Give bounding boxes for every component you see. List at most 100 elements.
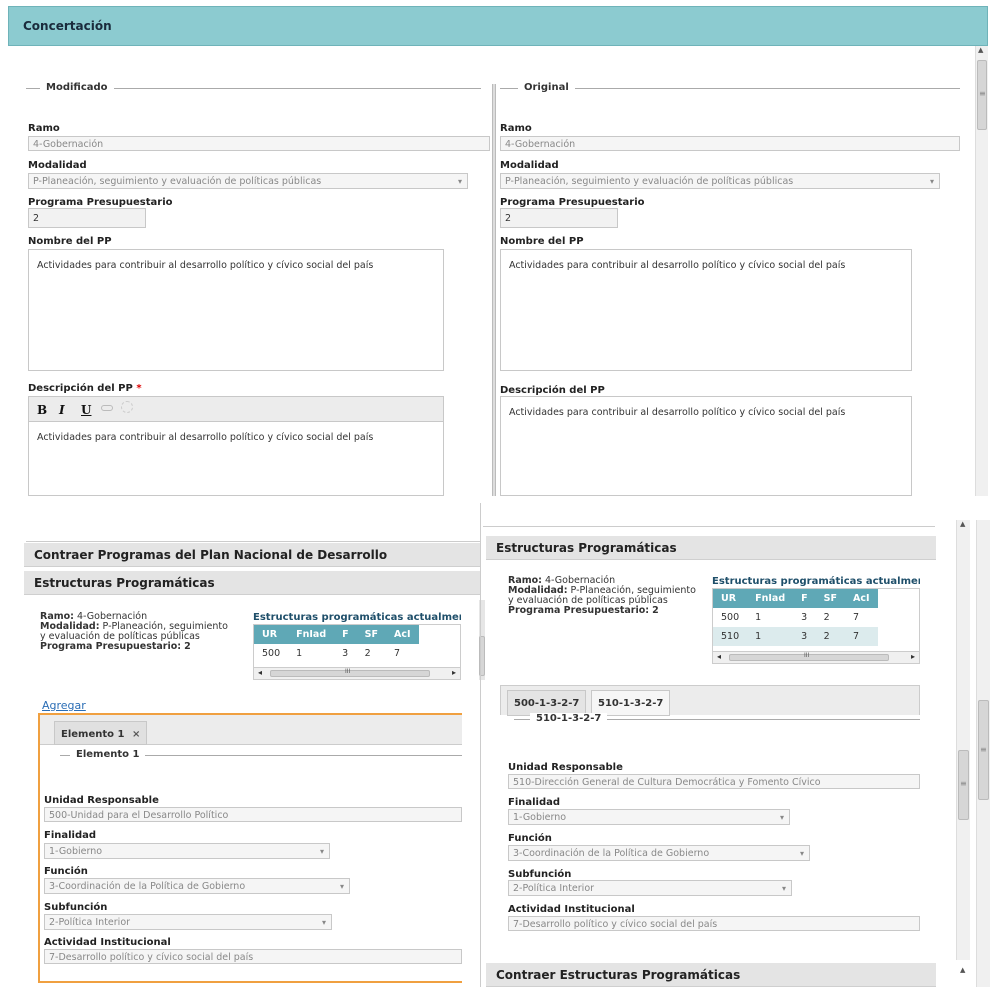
actividad-label: Actividad Institucional	[44, 937, 171, 948]
grip-icon: ≡	[960, 779, 967, 788]
col-acl[interactable]: AcI	[844, 589, 878, 608]
modalidad-label-original: Modalidad	[500, 160, 559, 171]
table-row[interactable]: 500 1 3 2 7	[254, 644, 419, 663]
scroll-right-icon[interactable]: ▸	[452, 668, 456, 677]
chevron-down-icon[interactable]: ▾	[780, 813, 784, 822]
underline-button[interactable]: U	[81, 403, 91, 417]
grip-icon: ≡	[980, 745, 987, 754]
panel-splitter[interactable]	[492, 84, 496, 496]
chevron-down-icon[interactable]: ▾	[340, 882, 344, 891]
finalidad-select-right[interactable]: 1-Gobierno ▾	[508, 809, 790, 825]
table-right-wrapper: UR FnIad F SF AcI 500 1 3 2 7 510 1 3 2 …	[712, 588, 920, 664]
programa-info-label: Programa Presupuestario:	[40, 641, 182, 652]
funcion-select[interactable]: 3-Coordinación de la Política de Gobiern…	[44, 878, 350, 894]
chevron-down-icon[interactable]: ▾	[320, 847, 324, 856]
col-f[interactable]: F	[793, 589, 816, 608]
outer-scrollbar[interactable]: ≡	[976, 520, 990, 987]
contraer-estructuras-bar[interactable]: Contraer Estructuras Programáticas	[486, 963, 936, 987]
estructuras-header-right: Estructuras Programáticas	[486, 536, 936, 560]
actividad-label-right: Actividad Institucional	[508, 904, 635, 915]
ramo-field[interactable]: 4-Gobernación	[28, 136, 490, 151]
finalidad-select[interactable]: 1-Gobierno ▾	[44, 843, 330, 859]
programa-field[interactable]: 2	[28, 208, 146, 228]
legend-modificado: Modificado	[40, 82, 114, 93]
finalidad-value: 1-Gobierno	[49, 846, 103, 857]
tab-elemento-1[interactable]: Elemento 1 ×	[54, 721, 148, 745]
col-f[interactable]: F	[334, 625, 357, 644]
funcion-select-right[interactable]: 3-Coordinación de la Política de Gobiern…	[508, 845, 810, 861]
bottom-left-top-edge	[26, 530, 480, 542]
col-sf[interactable]: SF	[815, 589, 845, 608]
bold-button[interactable]: B	[37, 403, 47, 417]
legend-510: 510-1-3-2-7	[530, 713, 608, 724]
top-scrollbar[interactable]: ▲ ≡	[975, 46, 988, 496]
scroll-thumb[interactable]: ≡	[958, 750, 969, 820]
cell-ur: 510	[713, 627, 748, 646]
legend-elemento: Elemento 1	[70, 749, 146, 760]
ur-field[interactable]: 500-Unidad para el Desarrollo Político	[44, 807, 462, 822]
scroll-right-icon[interactable]: ▸	[911, 652, 915, 661]
bottom-right-top-edge	[483, 505, 935, 527]
actividad-field-right[interactable]: 7-Desarrollo político y cívico social de…	[508, 916, 920, 931]
italic-button[interactable]: I	[59, 403, 65, 417]
programa-info-value: 2	[184, 641, 191, 652]
chevron-down-icon[interactable]: ▾	[458, 177, 462, 186]
link-icon[interactable]	[101, 405, 113, 411]
col-ur[interactable]: UR	[254, 625, 289, 644]
chevron-down-icon[interactable]: ▾	[322, 918, 326, 927]
cell-sf: 2	[815, 627, 845, 646]
bottom-scrollbar-right[interactable]: ▲ ≡	[956, 520, 970, 960]
modalidad-select[interactable]: P-Planeación, seguimiento y evaluación d…	[28, 173, 468, 189]
col-ur[interactable]: UR	[713, 589, 748, 608]
table-row[interactable]: 500 1 3 2 7	[713, 608, 878, 627]
subfuncion-label: Subfunción	[44, 902, 108, 913]
hscroll-thumb[interactable]: III	[729, 652, 889, 661]
chevron-down-icon[interactable]: ▾	[800, 849, 804, 858]
contraer-pnd-bar[interactable]: Contraer Programas del Plan Nacional de …	[24, 543, 480, 567]
ramo-label-original: Ramo	[500, 123, 532, 134]
descripcion-editor[interactable]: Actividades para contribuir al desarroll…	[28, 422, 444, 496]
ur-field-right[interactable]: 510-Dirección General de Cultura Democrá…	[508, 774, 920, 789]
col-sf[interactable]: SF	[356, 625, 386, 644]
scroll-up-icon[interactable]: ▲	[978, 46, 983, 54]
scroll-up-icon[interactable]: ▲	[960, 966, 965, 974]
ramo-field-original: 4-Gobernación	[500, 136, 960, 151]
col-fnlad[interactable]: FnIad	[288, 625, 335, 644]
ramo-label: Ramo	[28, 123, 60, 134]
agregar-link[interactable]: Agregar	[42, 699, 86, 712]
cell-acl: 7	[393, 648, 401, 659]
finalidad-label: Finalidad	[44, 830, 97, 841]
table-row[interactable]: 510 1 3 2 7	[713, 627, 878, 646]
col-fnlad[interactable]: FnIad	[747, 589, 794, 608]
hscroll-thumb[interactable]: III	[270, 668, 430, 677]
scroll-left-icon[interactable]: ◂	[717, 652, 721, 661]
actividad-field[interactable]: 7-Desarrollo político y cívico social de…	[44, 949, 462, 964]
estructuras-table-right: UR FnIad F SF AcI 500 1 3 2 7 510 1 3 2 …	[713, 589, 878, 646]
col-acl[interactable]: AcI	[385, 625, 419, 644]
table-left-hscroll[interactable]: ◂ III ▸	[254, 667, 460, 679]
descripcion-label: Descripción del PP *	[28, 383, 142, 394]
funcion-label-right: Función	[508, 833, 552, 844]
scroll-thumb[interactable]: ≡	[977, 60, 987, 130]
scroll-left-icon[interactable]: ◂	[258, 668, 262, 677]
unlink-icon[interactable]	[121, 401, 133, 413]
nombre-textarea-original: Actividades para contribuir al desarroll…	[500, 249, 912, 371]
info-block-right: Ramo: 4-Gobernación Modalidad: P-Planeac…	[508, 576, 696, 616]
estructuras-header-left: Estructuras Programáticas	[24, 571, 480, 595]
funcion-value: 3-Coordinación de la Política de Gobiern…	[49, 881, 246, 892]
modalidad-label: Modalidad	[28, 160, 87, 171]
table-right-hscroll[interactable]: ◂ III ▸	[713, 651, 919, 663]
programa-info-label: Programa Presupuestario:	[508, 605, 650, 616]
subfuncion-select[interactable]: 2-Política Interior ▾	[44, 914, 332, 930]
cell-f: 3	[342, 648, 349, 659]
close-icon[interactable]: ×	[132, 729, 140, 740]
nombre-textarea[interactable]: Actividades para contribuir al desarroll…	[28, 249, 444, 371]
programa-label: Programa Presupuestario	[28, 197, 173, 208]
chevron-down-icon[interactable]: ▾	[782, 884, 786, 893]
scroll-up-icon[interactable]: ▲	[960, 520, 965, 528]
chevron-down-icon: ▾	[929, 177, 934, 186]
scroll-thumb[interactable]: ≡	[978, 700, 989, 800]
cell-sf: 2	[364, 648, 371, 659]
descripcion-label-text: Descripción del PP	[28, 383, 133, 394]
subfuncion-select-right[interactable]: 2-Política Interior ▾	[508, 880, 792, 896]
